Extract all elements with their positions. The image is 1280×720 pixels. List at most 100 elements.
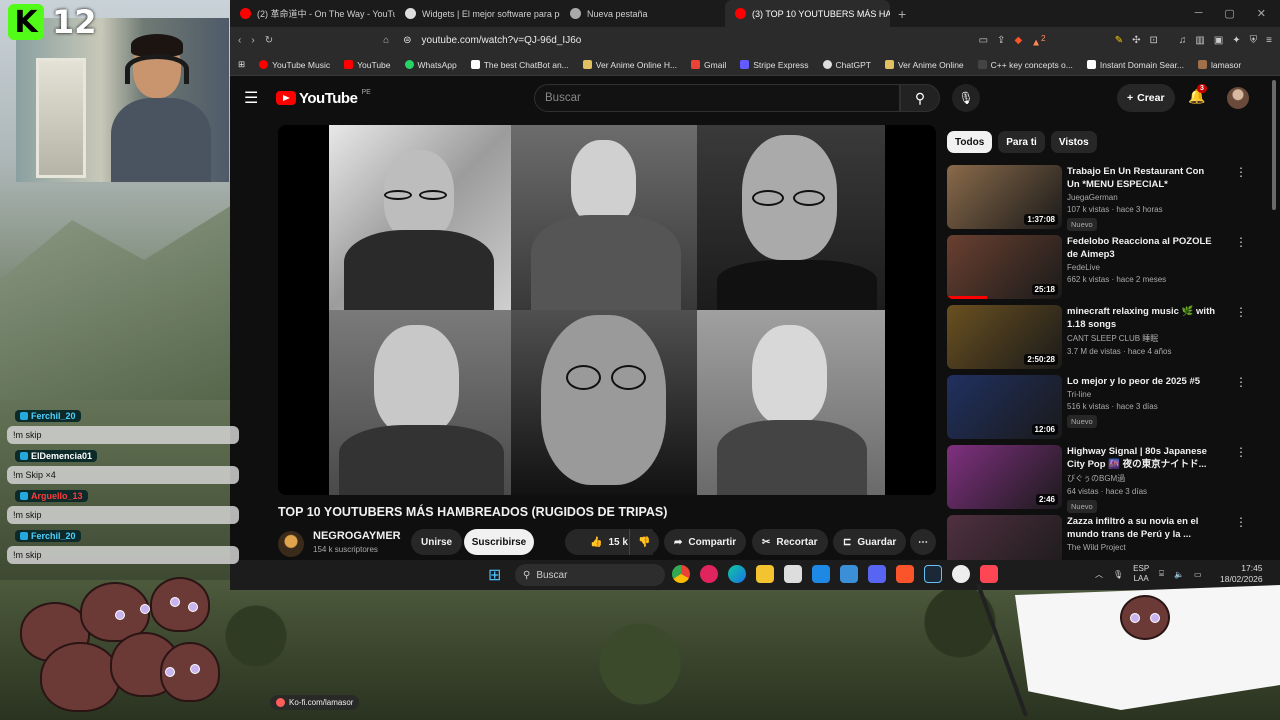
back-icon[interactable]: ‹	[238, 35, 241, 46]
battery-icon[interactable]: ▭	[1194, 570, 1202, 579]
recommended-video[interactable]: 1:37:08 Trabajo En Un Restaurant Con Un *…	[947, 165, 1247, 235]
cast-icon[interactable]: ▭	[979, 35, 988, 46]
mic-tray-icon[interactable]: 🎙	[1113, 570, 1123, 579]
channel-name[interactable]: The Wild Project	[1067, 543, 1217, 552]
subscribe-button[interactable]: Suscribirse	[464, 529, 534, 555]
save-button[interactable]: ⊏ Guardar	[833, 529, 907, 555]
more-vert-icon[interactable]: ⋮	[1235, 445, 1247, 459]
recommended-video[interactable]: Zazza infiltró a su novia en el mundo tr…	[947, 515, 1247, 560]
channel-name[interactable]: びぐぅのBGM過	[1067, 473, 1217, 484]
bookmark-item[interactable]: YouTube	[344, 60, 391, 70]
share-icon[interactable]: ⇪	[997, 35, 1005, 46]
steam-icon[interactable]	[924, 565, 942, 583]
vscode-icon[interactable]	[812, 565, 830, 583]
video-title[interactable]: minecraft relaxing music 🌿 with 1.18 son…	[1067, 305, 1217, 331]
bookmark-item[interactable]: Stripe Express	[740, 60, 809, 70]
forward-icon[interactable]: ›	[251, 35, 254, 46]
store-icon[interactable]	[840, 565, 858, 583]
channel-name[interactable]: Tri-line	[1067, 390, 1217, 399]
more-vert-icon[interactable]: ⋮	[1235, 515, 1247, 529]
discord-icon[interactable]	[868, 565, 886, 583]
recommended-video[interactable]: 2:50:28 minecraft relaxing music 🌿 with 1…	[947, 305, 1247, 375]
scrollbar[interactable]	[1272, 80, 1276, 210]
search-input[interactable]: Buscar	[534, 84, 900, 112]
bookmark-item[interactable]: ChatGPT	[822, 60, 871, 70]
video-player[interactable]	[278, 125, 936, 495]
search-button[interactable]: ⚲	[900, 84, 940, 112]
edge-icon[interactable]	[728, 565, 746, 583]
more-vert-icon[interactable]: ⋮	[1235, 375, 1247, 389]
maximize-icon[interactable]: ▢	[1224, 7, 1234, 20]
channel-name[interactable]: NEGROGAYMER	[313, 530, 401, 542]
volume-icon[interactable]: 🔈	[1174, 570, 1184, 579]
pen-icon[interactable]: ✎	[1115, 35, 1123, 46]
join-button[interactable]: Unirse	[411, 529, 463, 555]
bookmark-item[interactable]: The best ChatBot an...	[470, 60, 569, 70]
wallet-icon[interactable]: ▣	[1214, 35, 1223, 46]
bookmark-icon[interactable]: ⌂	[383, 35, 389, 46]
menu-icon[interactable]: ≡	[1266, 35, 1272, 46]
music-icon[interactable]: ♫	[1179, 35, 1187, 46]
chevron-up-icon[interactable]: ︿	[1095, 569, 1103, 580]
chip-todos[interactable]: Todos	[947, 131, 993, 153]
rewards-icon[interactable]: ▲2	[1031, 33, 1046, 48]
recommended-video[interactable]: 12:06 Lo mejor y lo peor de 2025 #5 Tri-li…	[947, 375, 1247, 445]
url-field[interactable]: ⊜ youtube.com/watch?v=QJ-96d_IJ6o	[399, 31, 919, 51]
extensions-icon[interactable]: ✣	[1132, 35, 1140, 46]
brave-shields-icon[interactable]: ◆	[1014, 35, 1022, 46]
leo-icon[interactable]: ✦	[1232, 35, 1240, 46]
new-tab-button[interactable]: +	[890, 6, 914, 22]
close-window-icon[interactable]: ✕	[1257, 7, 1266, 20]
hamburger-icon[interactable]: ☰	[244, 88, 266, 108]
video-title[interactable]: Trabajo En Un Restaurant Con Un *MENU ES…	[1067, 165, 1217, 191]
windows-start-icon[interactable]: ⊞	[488, 565, 501, 585]
more-actions-button[interactable]: ⋯	[910, 529, 936, 555]
photos-icon[interactable]	[784, 565, 802, 583]
sidebar-icon[interactable]: ▥	[1195, 35, 1204, 46]
bookmark-item[interactable]: YouTube Music	[259, 60, 330, 70]
recommended-video[interactable]: 2:46 Highway Signal | 80s Japanese City P…	[947, 445, 1247, 515]
clip-button[interactable]: ✂ Recortar	[752, 529, 828, 555]
bookmark-item[interactable]: Instant Domain Sear...	[1086, 60, 1184, 70]
tab-youtube-on-the-way[interactable]: (2) 革命道中 - On The Way - YouTube	[230, 0, 395, 27]
recommended-video[interactable]: 25:18 Fedelobo Reacciona al POZOLE de Aim…	[947, 235, 1247, 305]
screenshot-icon[interactable]: ⊡	[1149, 35, 1157, 46]
bookmark-item[interactable]: Ver Anime Online	[884, 60, 964, 70]
voice-search-button[interactable]: 🎙	[952, 84, 980, 112]
create-button[interactable]: + Crear	[1117, 84, 1175, 112]
obs-icon[interactable]	[952, 565, 970, 583]
video-title[interactable]: Highway Signal | 80s Japanese City Pop 🌆…	[1067, 445, 1217, 471]
bookmark-item[interactable]: WhatsApp	[404, 60, 457, 70]
file-explorer-icon[interactable]	[756, 565, 774, 583]
video-thumbnail[interactable]: 12:06	[947, 375, 1062, 439]
bookmark-item[interactable]: Gmail	[691, 60, 726, 70]
more-vert-icon[interactable]: ⋮	[1235, 305, 1247, 319]
share-button[interactable]: ➦ Compartir	[664, 529, 747, 555]
more-vert-icon[interactable]: ⋮	[1235, 235, 1247, 249]
network-icon[interactable]: ⌸	[1159, 569, 1164, 579]
video-title[interactable]: Lo mejor y lo peor de 2025 #5	[1067, 375, 1217, 388]
brave-icon[interactable]	[896, 565, 914, 583]
channel-name[interactable]: JuegaGerman	[1067, 193, 1217, 202]
language-indicator[interactable]: ESP LAA	[1133, 564, 1149, 584]
video-thumbnail[interactable]: 2:46	[947, 445, 1062, 509]
video-title[interactable]: Zazza infiltró a su novia en el mundo tr…	[1067, 515, 1217, 541]
channel-name[interactable]: FedeLive	[1067, 263, 1217, 272]
tab-active-video[interactable]: (3) TOP 10 YOUTUBERS MÁS HA ×	[725, 0, 890, 27]
video-title[interactable]: Fedelobo Reacciona al POZOLE de Aimep3	[1067, 235, 1217, 261]
apps-icon[interactable]: ⊞	[238, 59, 245, 70]
chip-vistos[interactable]: Vistos	[1050, 131, 1097, 153]
chrome-icon[interactable]	[672, 565, 690, 583]
video-thumbnail[interactable]: 2:50:28	[947, 305, 1062, 369]
bookmark-item[interactable]: lamasor	[1197, 60, 1241, 70]
clock[interactable]: 17:45 18/02/2026	[1220, 563, 1263, 585]
channel-name[interactable]: CANT SLEEP CLUB 睡眠	[1067, 333, 1217, 344]
tab-widgets[interactable]: Widgets | El mejor software para pot	[395, 0, 560, 27]
notifications-button[interactable]: 🔔 3	[1188, 84, 1207, 105]
youtube-logo[interactable]: YouTube PE	[276, 89, 371, 107]
bookmark-item[interactable]: Ver Anime Online H...	[582, 60, 677, 70]
taskbar-search[interactable]: ⚲ Buscar	[515, 564, 665, 586]
chip-para-ti[interactable]: Para ti	[998, 131, 1045, 153]
more-vert-icon[interactable]: ⋮	[1235, 165, 1247, 179]
video-thumbnail[interactable]: 25:18	[947, 235, 1062, 299]
